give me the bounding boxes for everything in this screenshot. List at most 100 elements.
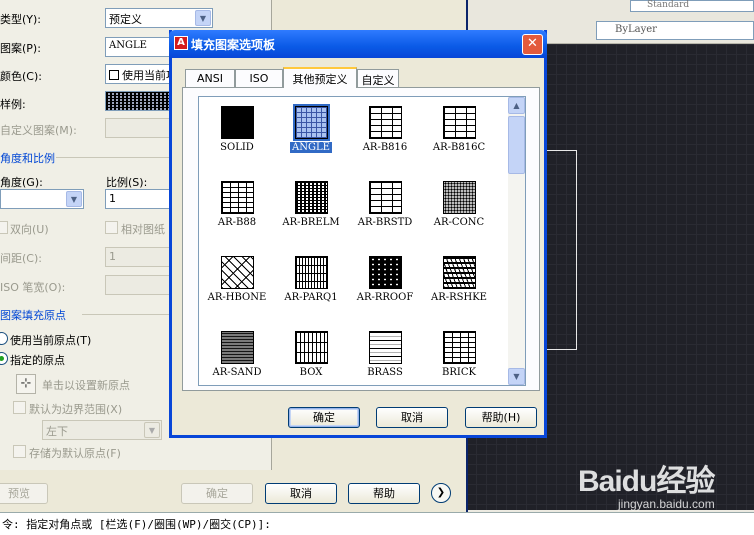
ok-button[interactable]: 确定 [181, 483, 253, 504]
scale-value: 1 [109, 192, 116, 205]
dialog-title: 填充图案选项板 [191, 38, 276, 52]
pattern-label: BRICK [442, 367, 476, 378]
origin-section: 图案填充原点 [0, 309, 66, 322]
autocad-icon: A [174, 36, 188, 50]
pattern-item[interactable]: BRICK [424, 331, 494, 378]
pattern-label: AR-B816 [362, 142, 408, 153]
pattern-item[interactable]: AR-B816 [350, 106, 420, 153]
color-label: 颜色(C): [0, 70, 42, 83]
sample-preview[interactable] [105, 91, 175, 111]
crosshair-icon: ⊹ [20, 376, 32, 391]
pattern-swatch [220, 256, 254, 289]
pattern-label: AR-RSHKE [430, 292, 487, 303]
dialog-titlebar[interactable]: A 填充图案选项板 ✕ [169, 30, 547, 58]
pattern-label: AR-RROOF [356, 292, 414, 303]
pattern-swatch [294, 181, 328, 214]
pattern-item[interactable]: AR-B88 [202, 181, 272, 228]
angle-scale-section: 角度和比例 [0, 152, 55, 165]
sample-label: 样例: [0, 98, 26, 111]
specified-origin-label: 指定的原点 [10, 354, 65, 367]
help-button[interactable]: 帮助 [348, 483, 420, 504]
pattern-item[interactable]: AR-RROOF [350, 256, 420, 303]
custom-pattern-select[interactable] [105, 118, 175, 138]
position-value: 左下 [46, 425, 68, 438]
pattern-swatch [442, 256, 476, 289]
pattern-label: AR-CONC [433, 217, 485, 228]
pattern-swatch [220, 106, 254, 139]
preview-button[interactable]: 预览 [0, 483, 48, 504]
pattern-swatch [220, 331, 254, 364]
pattern-item[interactable]: BOX [276, 331, 346, 378]
double-checkbox[interactable] [0, 221, 8, 234]
close-button[interactable]: ✕ [522, 34, 543, 55]
tab-other-predefined[interactable]: 其他预定义 [283, 67, 357, 88]
type-select[interactable]: 预定义 ▼ [105, 8, 213, 28]
default-boundary-checkbox[interactable] [13, 401, 26, 414]
layer-combo[interactable]: ByLayer [596, 21, 754, 40]
pattern-item[interactable]: AR-PARQ1 [276, 256, 346, 303]
tab-ansi[interactable]: ANSI [185, 69, 235, 87]
pattern-swatch [368, 256, 402, 289]
scroll-up-icon[interactable]: ▲ [508, 97, 525, 114]
pattern-swatch [442, 181, 476, 214]
pattern-grid: ▲ ▼ SOLID ANGLE AR-B816 AR-B816C AR-B88 AR-BR… [198, 96, 526, 386]
pattern-item[interactable]: AR-RSHKE [424, 256, 494, 303]
store-default-checkbox[interactable] [13, 445, 26, 458]
pattern-item[interactable]: AR-SAND [202, 331, 272, 378]
pattern-item[interactable]: BRASS [350, 331, 420, 378]
pattern-swatch [368, 106, 402, 139]
spacing-input[interactable]: 1 [105, 247, 175, 267]
color-select[interactable]: 使用当前项 [105, 64, 175, 84]
more-options-button[interactable]: ❯ [431, 483, 451, 503]
pattern-label: SOLID [220, 142, 254, 153]
scroll-thumb[interactable] [508, 116, 525, 174]
pattern-swatch [294, 331, 328, 364]
pattern-label: BRASS [367, 367, 403, 378]
cancel-button[interactable]: 取消 [265, 483, 337, 504]
pattern-label: BOX [299, 367, 323, 378]
scale-label: 比例(S): [106, 176, 148, 189]
iso-pen-select[interactable] [105, 275, 175, 295]
pattern-item[interactable]: ANGLE [276, 104, 346, 153]
text-style-combo[interactable]: Standard [630, 0, 754, 12]
relative-paper-checkbox[interactable] [105, 221, 118, 234]
watermark-url: jingyan.baidu.com [618, 497, 715, 511]
tab-custom[interactable]: 自定义 [357, 69, 399, 87]
pattern-label: AR-HBONE [207, 292, 267, 303]
command-line[interactable]: 令: 指定对角点或 [栏选(F)/圈围(WP)/圈交(CP)]: [0, 512, 754, 535]
chevron-down-icon: ▼ [144, 422, 160, 438]
palette-ok-button[interactable]: 确定 [288, 407, 360, 428]
palette-help-button[interactable]: 帮助(H) [465, 407, 537, 428]
pattern-item[interactable]: AR-CONC [424, 181, 494, 228]
vertical-scrollbar[interactable]: ▲ ▼ [508, 97, 525, 385]
pattern-item[interactable]: SOLID [202, 106, 272, 153]
spacing-label: 间距(C): [0, 252, 42, 265]
scroll-down-icon[interactable]: ▼ [508, 368, 525, 385]
pattern-item[interactable]: AR-BRSTD [350, 181, 420, 228]
pattern-label: ANGLE [290, 142, 332, 153]
pattern-item[interactable]: AR-B816C [424, 106, 494, 153]
pattern-swatch [220, 181, 254, 214]
tab-iso[interactable]: ISO [235, 69, 283, 87]
iso-pen-label: ISO 笔宽(O): [0, 281, 66, 294]
double-label: 双向(U) [10, 223, 49, 236]
pattern-label: AR-B816C [432, 142, 486, 153]
angle-select[interactable]: ▼ [0, 189, 84, 209]
palette-cancel-button[interactable]: 取消 [376, 407, 448, 428]
pattern-item[interactable]: AR-BRELM [276, 181, 346, 228]
pattern-swatch [368, 331, 402, 364]
set-origin-button[interactable]: ⊹ [16, 374, 36, 394]
pattern-label: AR-PARQ1 [284, 292, 338, 303]
pattern-item[interactable]: AR-HBONE [202, 256, 272, 303]
position-select[interactable]: 左下 ▼ [42, 420, 162, 440]
scale-select[interactable]: 1 [105, 189, 175, 209]
pattern-swatch [442, 106, 476, 139]
pattern-select[interactable]: ANGLE [105, 37, 175, 57]
baidu-watermark: Baidu经验 [578, 465, 715, 498]
pattern-swatch [292, 104, 330, 141]
default-boundary-label: 默认为边界范围(X) [29, 403, 123, 416]
spacing-value: 1 [109, 250, 116, 263]
custom-pattern-label: 自定义图案(M): [0, 124, 77, 137]
pattern-label: AR-BRELM [282, 217, 340, 228]
drawn-rectangle [543, 150, 577, 350]
